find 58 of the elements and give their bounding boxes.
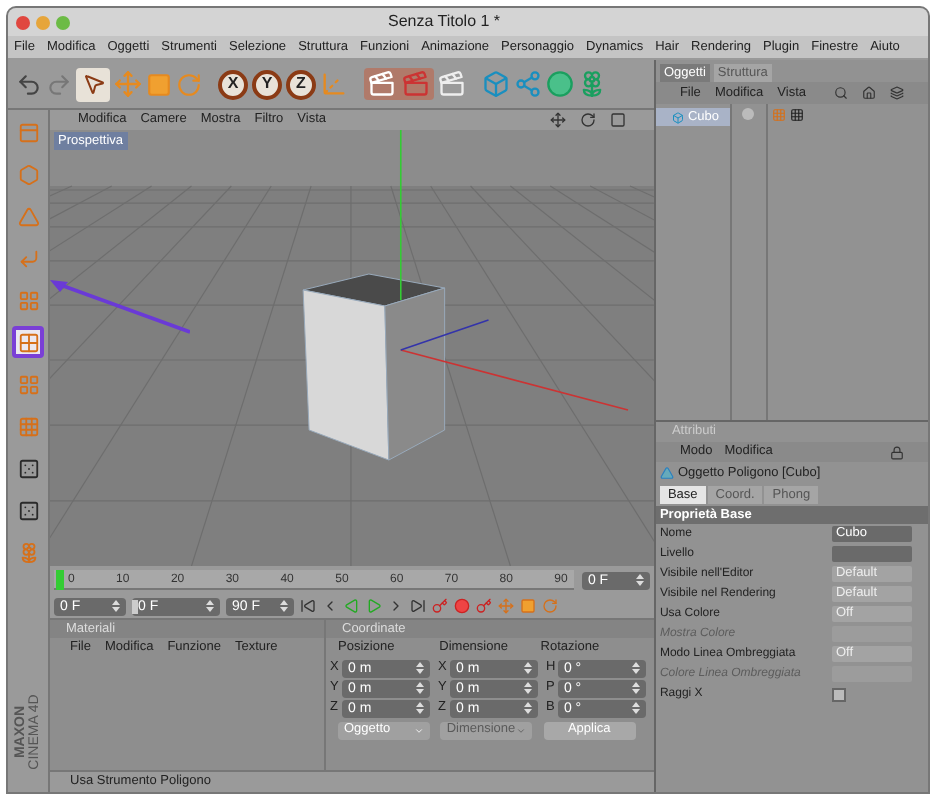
clapperboard-icon[interactable] [368, 70, 396, 98]
cube-icon[interactable] [482, 70, 510, 98]
spinner-icon[interactable] [631, 702, 640, 714]
lock-icon[interactable] [890, 445, 904, 459]
cursor-icon [81, 72, 105, 96]
caret-icon [414, 725, 424, 735]
skip-back-icon[interactable] [300, 598, 316, 614]
maximize-icon[interactable] [609, 112, 626, 128]
spinner-icon[interactable] [523, 702, 532, 714]
flower-icon[interactable] [578, 70, 606, 98]
spinner-icon[interactable] [523, 682, 532, 694]
cube-icon [671, 111, 684, 123]
zoom-button[interactable] [56, 15, 70, 29]
spinner-icon[interactable] [280, 600, 288, 612]
key-icon[interactable] [476, 598, 492, 614]
axis-toggle[interactable]: X [218, 69, 248, 99]
clapperboard-icon[interactable] [402, 70, 430, 98]
spinner-icon[interactable] [416, 702, 424, 714]
cube-drawing[interactable] [302, 273, 446, 461]
axis-toggle[interactable]: Z [286, 69, 316, 99]
visibility-icon[interactable] [742, 108, 755, 120]
rotate-icon[interactable] [579, 112, 596, 128]
search-icon[interactable] [834, 86, 848, 100]
spinner-icon[interactable] [523, 662, 532, 674]
move-icon[interactable] [549, 112, 566, 128]
polygon-object-icon[interactable] [659, 466, 674, 481]
network-icon[interactable] [514, 70, 542, 98]
axis-toggle[interactable]: Y [252, 69, 282, 99]
window-title: Senza Titolo 1 * [388, 10, 501, 34]
spinner-icon[interactable] [416, 662, 424, 674]
grid-icon[interactable] [12, 326, 44, 358]
minimize-button[interactable] [36, 15, 50, 29]
sphere-icon[interactable] [546, 70, 574, 98]
close-button[interactable] [16, 15, 30, 29]
key-icon[interactable] [432, 598, 448, 614]
step-forward-icon[interactable] [388, 598, 404, 614]
spinner-icon[interactable] [206, 600, 214, 612]
redo-icon[interactable] [46, 71, 72, 97]
select-tool[interactable] [76, 67, 110, 101]
spinner-icon[interactable] [631, 682, 640, 694]
annotation-arrow [50, 278, 190, 334]
scale-icon[interactable] [146, 71, 172, 97]
home-icon[interactable] [862, 86, 876, 100]
record-icon[interactable] [454, 598, 470, 614]
undo-icon[interactable] [16, 71, 42, 97]
step-back-icon[interactable] [322, 598, 338, 614]
layers-icon[interactable] [890, 86, 904, 100]
spinner-icon[interactable] [635, 574, 644, 586]
scale-icon[interactable] [520, 598, 536, 614]
text-field[interactable] [831, 546, 912, 563]
spinner-icon[interactable] [631, 662, 640, 674]
spinner-icon[interactable] [416, 682, 424, 694]
caret-icon [516, 725, 527, 735]
skip-forward-icon[interactable] [410, 598, 426, 614]
clapperboard-icon[interactable] [438, 70, 466, 98]
checkbox[interactable] [831, 687, 846, 702]
slider-thumb[interactable] [132, 599, 138, 613]
spinner-icon[interactable] [112, 600, 120, 612]
